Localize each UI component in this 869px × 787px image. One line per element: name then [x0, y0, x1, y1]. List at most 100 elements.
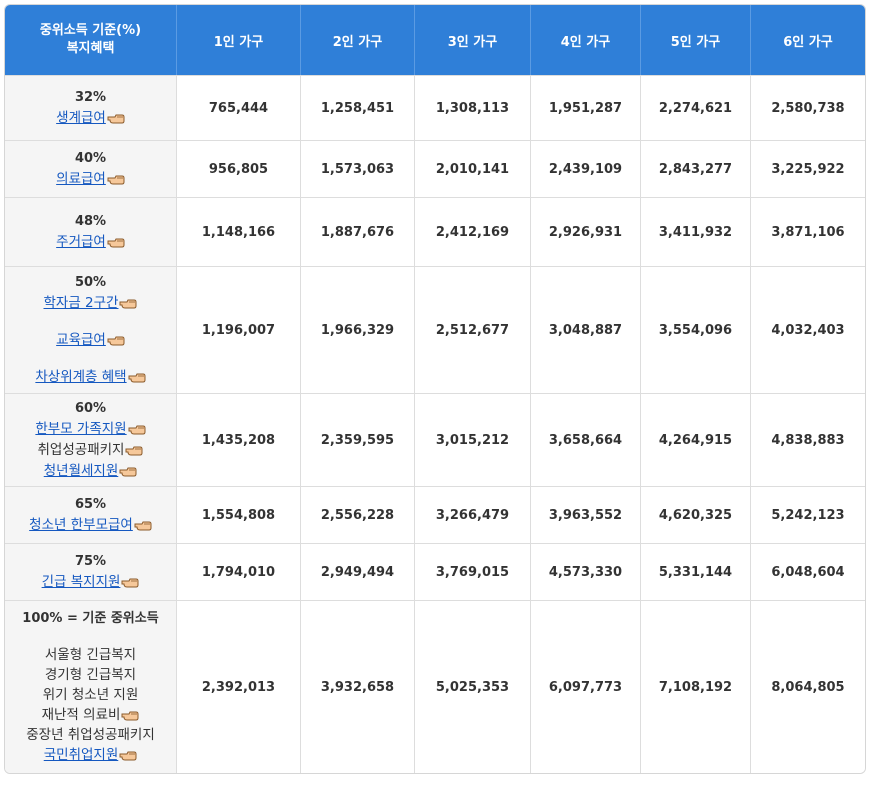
percent-label: 50% — [74, 274, 107, 290]
value-cell: 5,331,144 — [641, 543, 751, 600]
value-cell: 4,264,915 — [641, 393, 751, 486]
table-row: 50% 학자금 2구간 교육급여 차상위계층 혜택 1,196,007 1,96… — [5, 266, 865, 393]
pointing-hand-icon — [125, 446, 143, 455]
value-cell: 3,411,932 — [641, 197, 751, 266]
row-label: 60% 한부모 가족지원 취업성공패키지 청년월세지원 — [5, 393, 177, 486]
header-4-person: 4인 가구 — [531, 5, 641, 75]
header-criteria: 중위소득 기준(%) 복지혜택 — [5, 5, 177, 75]
pointing-hand-icon — [121, 711, 139, 720]
pointing-hand-icon — [107, 114, 125, 123]
link-medical-benefit[interactable]: 의료급여 — [56, 171, 125, 187]
header-2-person: 2인 가구 — [301, 5, 415, 75]
header-3-person: 3인 가구 — [415, 5, 531, 75]
value-cell: 3,963,552 — [531, 486, 641, 543]
percent-label: 48% — [74, 213, 107, 229]
table-row: 32% 생계급여 765,444 1,258,451 1,308,113 1,9… — [5, 75, 865, 140]
value-cell: 2,439,109 — [531, 140, 641, 197]
link-teen-single-parent-benefit[interactable]: 청소년 한부모급여 — [29, 517, 152, 533]
value-cell: 5,242,123 — [751, 486, 865, 543]
value-cell: 3,871,106 — [751, 197, 865, 266]
value-cell: 956,805 — [177, 140, 301, 197]
table-row: 40% 의료급여 956,805 1,573,063 2,010,141 2,4… — [5, 140, 865, 197]
value-cell: 3,225,922 — [751, 140, 865, 197]
value-cell: 4,620,325 — [641, 486, 751, 543]
header-6-person: 6인 가구 — [751, 5, 865, 75]
value-cell: 5,025,353 — [415, 600, 531, 773]
plain-item: 경기형 긴급복지 — [44, 666, 137, 683]
table-row: 100% = 기준 중위소득 서울형 긴급복지 경기형 긴급복지 위기 청소년 … — [5, 600, 865, 773]
row-label: 65% 청소년 한부모급여 — [5, 486, 177, 543]
row-label: 50% 학자금 2구간 교육급여 차상위계층 혜택 — [5, 266, 177, 393]
pointing-hand-icon — [107, 336, 125, 345]
value-cell: 4,032,403 — [751, 266, 865, 393]
row-label: 100% = 기준 중위소득 서울형 긴급복지 경기형 긴급복지 위기 청소년 … — [5, 600, 177, 773]
link-housing-benefit[interactable]: 주거급여 — [56, 234, 125, 250]
value-cell: 3,266,479 — [415, 486, 531, 543]
percent-label: 65% — [74, 496, 107, 512]
link-single-parent-support[interactable]: 한부모 가족지원 — [35, 421, 146, 437]
value-cell: 2,392,013 — [177, 600, 301, 773]
link-national-employment-support[interactable]: 국민취업지원 — [44, 747, 138, 763]
value-cell: 2,274,621 — [641, 75, 751, 140]
value-cell: 1,196,007 — [177, 266, 301, 393]
value-cell: 2,843,277 — [641, 140, 751, 197]
row-label: 75% 긴급 복지지원 — [5, 543, 177, 600]
value-cell: 8,064,805 — [751, 600, 865, 773]
median-income-table: 중위소득 기준(%) 복지혜택 1인 가구 2인 가구 3인 가구 4인 가구 … — [4, 4, 866, 774]
row-label: 40% 의료급여 — [5, 140, 177, 197]
link-near-poverty-benefit[interactable]: 차상위계층 혜택 — [35, 369, 146, 385]
table-row: 65% 청소년 한부모급여 1,554,808 2,556,228 3,266,… — [5, 486, 865, 543]
header-1-person: 1인 가구 — [177, 5, 301, 75]
row-label: 32% 생계급여 — [5, 75, 177, 140]
link-student-loan-tier2[interactable]: 학자금 2구간 — [44, 295, 138, 311]
percent-label: 32% — [74, 89, 107, 105]
link-livelihood-benefit[interactable]: 생계급여 — [56, 110, 125, 126]
header-5-person: 5인 가구 — [641, 5, 751, 75]
value-cell: 1,435,208 — [177, 393, 301, 486]
value-cell: 765,444 — [177, 75, 301, 140]
value-cell: 2,556,228 — [301, 486, 415, 543]
pointing-hand-icon — [134, 521, 152, 530]
value-cell: 2,949,494 — [301, 543, 415, 600]
pointing-hand-icon — [107, 175, 125, 184]
value-cell: 3,048,887 — [531, 266, 641, 393]
value-cell: 1,573,063 — [301, 140, 415, 197]
value-cell: 1,794,010 — [177, 543, 301, 600]
percent-label: 75% — [74, 553, 107, 569]
value-cell: 1,148,166 — [177, 197, 301, 266]
plain-item: 위기 청소년 지원 — [42, 686, 139, 703]
plain-item: 서울형 긴급복지 — [44, 646, 137, 663]
percent-label: 100% = 기준 중위소득 — [22, 610, 159, 626]
value-cell: 3,015,212 — [415, 393, 531, 486]
value-cell: 7,108,192 — [641, 600, 751, 773]
value-cell: 2,359,595 — [301, 393, 415, 486]
value-cell: 3,769,015 — [415, 543, 531, 600]
pointing-hand-icon — [119, 299, 137, 308]
link-emergency-welfare[interactable]: 긴급 복지지원 — [42, 574, 140, 590]
pointing-hand-icon — [119, 751, 137, 760]
link-catastrophic-medical[interactable]: 재난적 의료비 — [5, 705, 176, 725]
value-cell: 1,554,808 — [177, 486, 301, 543]
plain-item: 중장년 취업성공패키지 — [26, 726, 155, 743]
value-cell: 4,573,330 — [531, 543, 641, 600]
value-cell: 3,658,664 — [531, 393, 641, 486]
percent-label: 40% — [74, 150, 107, 166]
row-label: 48% 주거급여 — [5, 197, 177, 266]
pointing-hand-icon — [128, 373, 146, 382]
value-cell: 2,010,141 — [415, 140, 531, 197]
link-employment-package[interactable]: 취업성공패키지 — [38, 442, 144, 458]
value-cell: 4,838,883 — [751, 393, 865, 486]
value-cell: 3,554,096 — [641, 266, 751, 393]
link-education-benefit[interactable]: 교육급여 — [56, 332, 125, 348]
table-row: 60% 한부모 가족지원 취업성공패키지 청년월세지원 1,435,208 2,… — [5, 393, 865, 486]
percent-label: 60% — [74, 400, 107, 416]
pointing-hand-icon — [121, 578, 139, 587]
pointing-hand-icon — [119, 467, 137, 476]
table-row: 75% 긴급 복지지원 1,794,010 2,949,494 3,769,01… — [5, 543, 865, 600]
income-table-container: 중위소득 기준(%) 복지혜택 1인 가구 2인 가구 3인 가구 4인 가구 … — [4, 4, 866, 774]
value-cell: 2,580,738 — [751, 75, 865, 140]
pointing-hand-icon — [128, 425, 146, 434]
link-youth-rent-support[interactable]: 청년월세지원 — [44, 463, 138, 479]
value-cell: 1,887,676 — [301, 197, 415, 266]
value-cell: 1,951,287 — [531, 75, 641, 140]
